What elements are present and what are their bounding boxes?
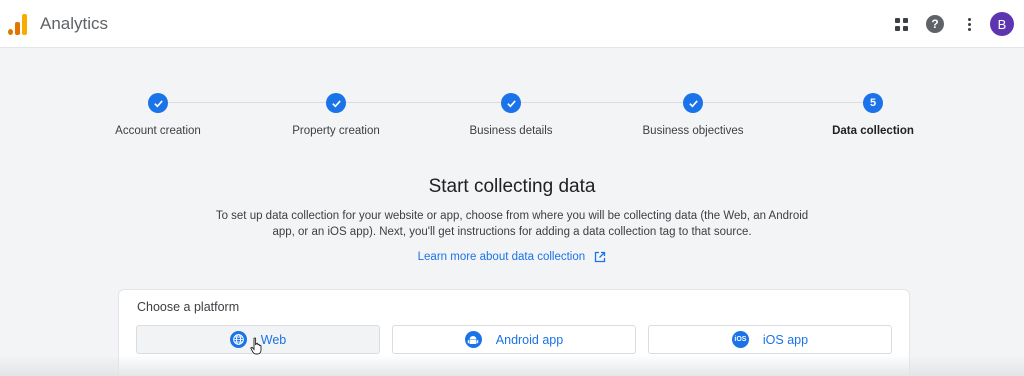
page-title: Start collecting data [428, 176, 596, 197]
step-business-details: Business details [431, 90, 591, 137]
page-description: To set up data collection for your websi… [215, 210, 809, 238]
card-title: Choose a platform [137, 300, 240, 314]
check-icon [501, 93, 521, 113]
step-number: 5 [863, 93, 883, 113]
android-app-label: Android app [495, 332, 564, 347]
ios-app-button[interactable]: iOS iOS app [648, 325, 892, 354]
open-in-new-icon [594, 251, 606, 263]
bottom-fade [0, 355, 1024, 376]
avatar[interactable]: B [990, 12, 1014, 36]
android-app-button[interactable]: Android app [392, 325, 636, 354]
top-app-bar: Analytics ? B [0, 0, 1024, 48]
ios-app-label: iOS app [762, 332, 809, 347]
web-label: Web [260, 332, 287, 347]
help-icon[interactable]: ? [918, 11, 952, 37]
step-label: Account creation [115, 125, 201, 137]
ios-icon: iOS [731, 331, 749, 348]
check-icon [326, 93, 346, 113]
learn-more-label: Learn more about data collection [417, 251, 586, 263]
step-property-creation: Property creation [256, 90, 416, 137]
more-vert-icon[interactable] [952, 11, 986, 37]
apps-grid-icon[interactable] [884, 11, 918, 37]
android-icon [464, 331, 482, 348]
analytics-logo-icon[interactable] [8, 13, 28, 35]
globe-icon [229, 331, 247, 348]
step-business-objectives: Business objectives [613, 90, 773, 137]
learn-more-link[interactable]: Learn more about data collection [0, 251, 1024, 263]
check-icon [148, 93, 168, 113]
step-account-creation: Account creation [78, 90, 238, 137]
app-title: Analytics [40, 14, 109, 33]
step-label: Business objectives [642, 125, 744, 137]
step-label: Data collection [832, 125, 914, 137]
top-actions: ? B [884, 11, 1014, 37]
step-label: Property creation [292, 125, 380, 137]
step-label: Business details [469, 125, 553, 137]
check-icon [683, 93, 703, 113]
hand-pointer-icon [250, 337, 264, 355]
setup-stepper: Account creation Property creation Busin… [0, 90, 1024, 150]
step-data-collection: 5 Data collection [793, 90, 953, 137]
